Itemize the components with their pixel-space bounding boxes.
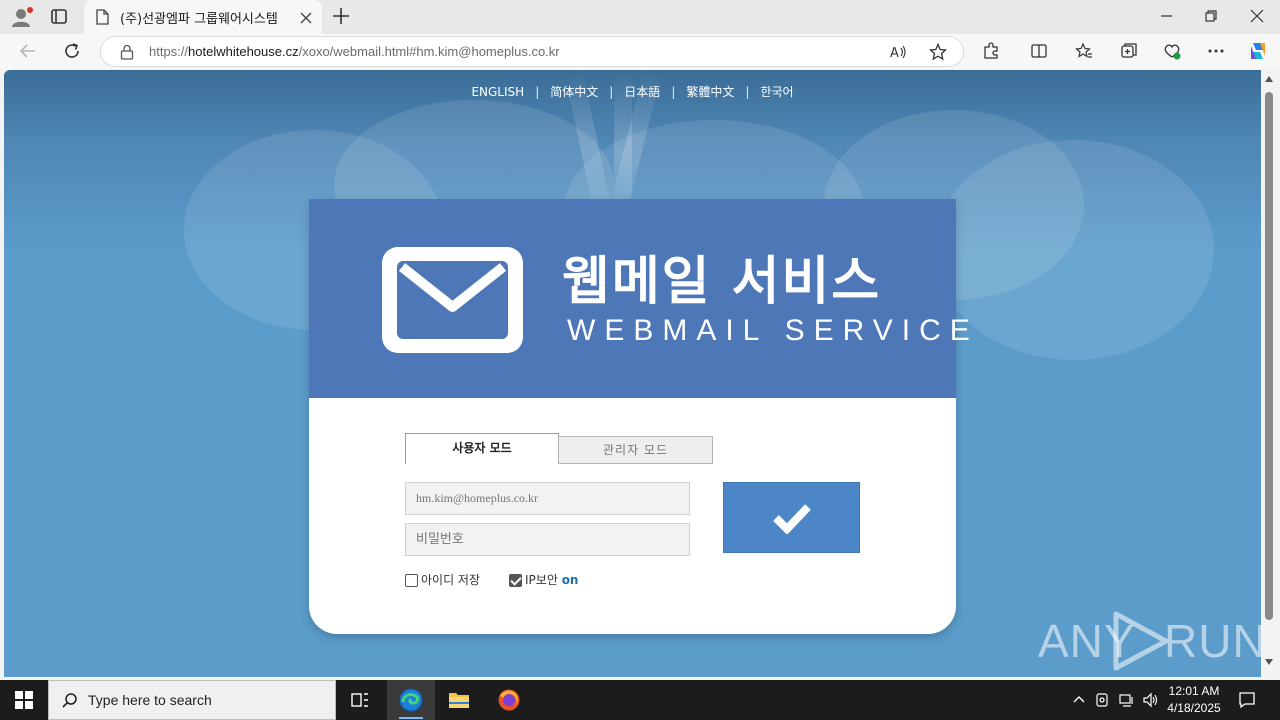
browser-toolbar: https://hotelwhitehouse.cz/xoxo/webmail.…: [0, 34, 1280, 69]
save-id-checkbox[interactable]: [405, 574, 418, 587]
url-text[interactable]: https://hotelwhitehouse.cz/xoxo/webmail.…: [149, 44, 560, 59]
profile-icon[interactable]: [10, 6, 34, 28]
new-tab-icon[interactable]: [332, 7, 350, 25]
svg-text:A: A: [890, 46, 899, 61]
lang-english[interactable]: ENGLISH: [471, 85, 524, 99]
lang-japanese[interactable]: 日本語: [624, 85, 660, 99]
ip-security-label: IP보안: [525, 573, 558, 587]
lang-korean[interactable]: 한국어: [760, 85, 793, 99]
lang-traditional-chinese[interactable]: 繁體中文: [686, 85, 734, 99]
back-arrow-icon[interactable]: [19, 42, 37, 60]
close-window-icon[interactable]: [1249, 8, 1265, 24]
clock-time: 12:01 AM: [1168, 684, 1220, 698]
clock-date: 4/18/2025: [1167, 701, 1221, 715]
user-id-input[interactable]: [405, 482, 690, 515]
browser-essentials-icon[interactable]: [1163, 42, 1181, 60]
browser-tab-active[interactable]: (주)선광엠파 그룹웨어시스템: [84, 0, 322, 34]
notification-icon[interactable]: [1238, 691, 1256, 709]
ip-security-checkbox[interactable]: [509, 574, 522, 587]
tab-admin-mode[interactable]: 관리자 모드: [558, 436, 713, 464]
lang-separator: |: [609, 85, 614, 99]
tab-title: (주)선광엠파 그룹웨어시스템: [120, 12, 278, 27]
windows-taskbar: Type here to search 12:01 AM 4/18/2025: [0, 680, 1280, 720]
tab-user-mode[interactable]: 사용자 모드: [405, 433, 559, 464]
play-logo-icon: [1113, 611, 1169, 671]
url-scheme: https://: [149, 44, 189, 59]
volume-icon[interactable]: [1142, 692, 1158, 708]
copilot-icon[interactable]: [1247, 40, 1269, 62]
taskbar-search-box[interactable]: Type here to search: [48, 680, 336, 720]
login-button[interactable]: [723, 482, 860, 553]
save-id-label: 아이디 저장: [421, 573, 481, 587]
collections-icon[interactable]: [1120, 42, 1138, 60]
file-explorer-icon[interactable]: [435, 680, 483, 720]
tray-overflow-chevron-icon[interactable]: [1071, 692, 1087, 708]
more-options-icon[interactable]: [1207, 42, 1225, 60]
service-title-korean: 웹메일 서비스: [562, 252, 882, 312]
lang-separator: |: [745, 85, 750, 99]
favorite-star-icon[interactable]: [928, 42, 948, 61]
language-selector: ENGLISH | 简体中文 | 日本語 | 繁體中文 | 한국어: [4, 83, 1261, 100]
read-aloud-icon[interactable]: A: [889, 43, 907, 61]
refresh-icon[interactable]: [63, 42, 81, 60]
scroll-down-arrow-icon[interactable]: [1265, 659, 1273, 665]
split-screen-icon[interactable]: [1030, 42, 1048, 60]
ip-security-option[interactable]: IP보안 on: [509, 571, 578, 588]
login-panel: 웹메일 서비스 WEBMAIL SERVICE 사용자 모드 관리자 모드 아이…: [309, 199, 970, 634]
ip-security-state: on: [561, 573, 579, 587]
save-id-option[interactable]: 아이디 저장: [405, 571, 480, 588]
watermark-right: RUN: [1164, 615, 1261, 667]
page-viewport: ENGLISH | 简体中文 | 日本語 | 繁體中文 | 한국어 웹메일 서비스 WEBMAI…: [4, 70, 1261, 677]
address-bar[interactable]: https://hotelwhitehouse.cz/xoxo/webmail.…: [100, 36, 964, 67]
envelope-icon: [382, 247, 523, 353]
minimize-icon[interactable]: [1159, 8, 1175, 24]
restore-icon[interactable]: [1203, 8, 1219, 24]
lang-separator: |: [535, 85, 540, 99]
edge-taskbar-icon[interactable]: [387, 680, 435, 720]
password-input[interactable]: [405, 523, 690, 556]
scroll-thumb[interactable]: [1265, 92, 1273, 620]
system-clock[interactable]: 12:01 AM 4/18/2025: [1160, 683, 1228, 717]
search-placeholder: Type here to search: [88, 692, 212, 708]
tab-close-icon[interactable]: [299, 10, 313, 24]
lang-separator: |: [671, 85, 676, 99]
search-icon: [61, 692, 79, 710]
windows-start-icon[interactable]: [15, 691, 33, 709]
firefox-icon[interactable]: [485, 680, 533, 720]
login-header: 웹메일 서비스 WEBMAIL SERVICE: [309, 199, 970, 398]
page-scrollbar[interactable]: [1262, 70, 1276, 677]
lang-simplified-chinese[interactable]: 简体中文: [550, 85, 598, 99]
service-title-english: WEBMAIL SERVICE: [567, 314, 979, 347]
lock-icon[interactable]: [120, 44, 134, 60]
favorites-icon[interactable]: [1075, 42, 1093, 60]
browser-titlebar: (주)선광엠파 그룹웨어시스템: [0, 0, 1280, 34]
scroll-up-arrow-icon[interactable]: [1265, 76, 1273, 82]
checkmark-icon: [773, 504, 811, 534]
meet-now-icon[interactable]: [1095, 692, 1111, 708]
network-icon[interactable]: [1119, 692, 1135, 708]
task-view-icon[interactable]: [336, 680, 384, 720]
extensions-icon[interactable]: [982, 42, 1000, 60]
tab-actions-icon[interactable]: [50, 8, 70, 26]
url-path: /xoxo/webmail.html#hm.kim@homeplus.co.kr: [298, 44, 560, 59]
page-icon: [96, 9, 109, 25]
anyrun-watermark: ANY RUN: [1038, 610, 1261, 672]
url-host: hotelwhitehouse.cz: [188, 44, 299, 59]
